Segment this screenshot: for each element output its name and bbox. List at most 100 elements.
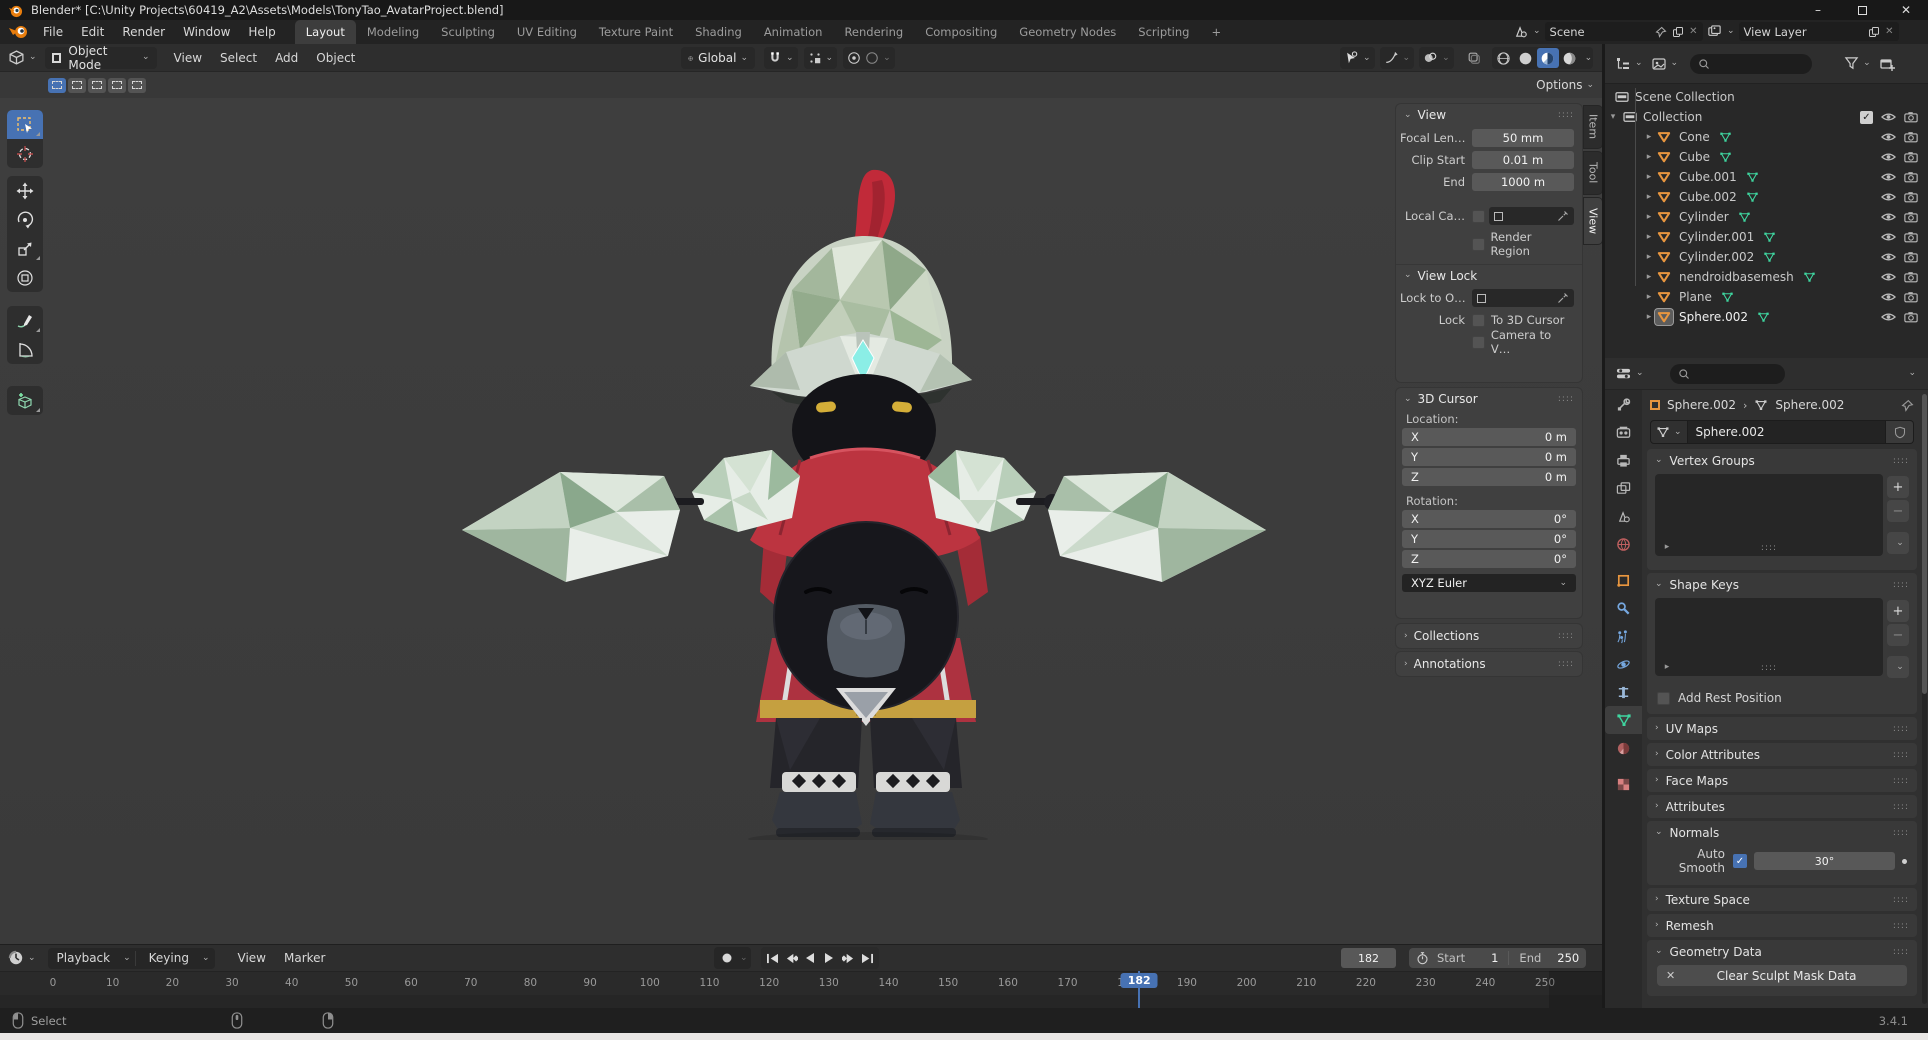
collections-panel[interactable]: ›Collections:::: (1396, 624, 1582, 648)
outliner-search-input[interactable] (1690, 54, 1812, 74)
to-3d-cursor-checkbox[interactable] (1472, 314, 1485, 327)
properties-search-input[interactable] (1670, 364, 1785, 384)
editor-divider[interactable] (1602, 44, 1605, 1008)
hide-eye-icon[interactable] (1881, 171, 1896, 183)
expand-arrow-icon[interactable]: ▾ (1607, 112, 1619, 122)
workspace-tab[interactable]: Compositing (914, 20, 1008, 44)
disable-render-camera-icon[interactable] (1904, 211, 1918, 223)
outliner-editor-type-icon[interactable] (1615, 56, 1631, 72)
disable-render-camera-icon[interactable] (1904, 311, 1918, 323)
gizmos-chevron[interactable]: ⌄ (1403, 54, 1411, 63)
cursor-tool[interactable] (7, 139, 43, 168)
expand-arrow-icon[interactable]: ▸ (1643, 192, 1655, 202)
keying-menu[interactable]: Keying (140, 951, 198, 965)
filter-chevron[interactable]: ⌄ (1863, 59, 1871, 68)
outliner-object-row[interactable]: ▸ Sphere.002 (1605, 307, 1928, 327)
material-preview-shading-button[interactable] (1537, 48, 1559, 68)
add-vertex-group-button[interactable]: + (1887, 476, 1909, 498)
color-attributes-panel[interactable]: ›Color Attributes:::: (1647, 743, 1917, 766)
id-type-dropdown[interactable]: ⌄ (1650, 420, 1688, 444)
viewport-menu-item[interactable]: Select (211, 51, 266, 65)
sidebar-tab-item[interactable]: Item (1584, 106, 1602, 148)
tab-output[interactable] (1605, 446, 1642, 474)
auto-smooth-angle-field[interactable]: 30° (1754, 852, 1895, 870)
transform-tool[interactable] (7, 263, 43, 292)
vertex-group-specials-button[interactable]: ⌄ (1887, 532, 1909, 554)
animate-property-dot[interactable] (1902, 859, 1907, 864)
select-mode-intersect[interactable] (128, 78, 146, 93)
auto-smooth-checkbox[interactable]: ✓ (1733, 854, 1747, 868)
tab-modifiers[interactable] (1605, 594, 1642, 622)
shape-key-specials-button[interactable]: ⌄ (1887, 656, 1909, 678)
cursor-location-field[interactable]: X0 m (1402, 428, 1576, 446)
rotation-order-dropdown[interactable]: XYZ Euler⌄ (1402, 574, 1576, 592)
outliner-object-row[interactable]: ▸ nendroidbasemesh (1605, 267, 1928, 287)
timeline-ruler[interactable]: 0102030405060708090100110120130140150160… (0, 971, 1602, 995)
expand-arrow-icon[interactable]: ▸ (1643, 212, 1655, 222)
hide-eye-icon[interactable] (1881, 211, 1896, 223)
drag-dots-icon[interactable]: :::: (1558, 659, 1574, 669)
editor-type-icon[interactable] (8, 49, 25, 66)
measure-tool[interactable] (7, 335, 43, 364)
hide-eye-icon[interactable] (1881, 291, 1896, 303)
drag-dots-icon[interactable]: :::: (1558, 110, 1574, 120)
proportional-edit-icon[interactable] (847, 51, 861, 65)
viewport-menu-item[interactable]: Add (266, 51, 307, 65)
scale-tool[interactable] (7, 234, 43, 263)
disable-render-camera-icon[interactable] (1904, 171, 1918, 183)
timeline-editor-type-icon[interactable] (8, 950, 24, 966)
tab-world[interactable] (1605, 530, 1642, 558)
timeline-view-menu[interactable]: View (229, 951, 275, 965)
lock-to-object-field[interactable] (1472, 289, 1574, 307)
tab-material[interactable] (1605, 734, 1642, 762)
hide-eye-icon[interactable] (1881, 231, 1896, 243)
orientation-dropdown[interactable]: Global ⌄ (681, 47, 755, 69)
breadcrumb-data[interactable]: Sphere.002 (1775, 398, 1844, 412)
unlink-scene-icon[interactable]: ✕ (1689, 26, 1697, 37)
clear-sculpt-mask-button[interactable]: ✕ Clear Sculpt Mask Data (1657, 965, 1907, 986)
jump-to-end-button[interactable] (858, 949, 877, 967)
expand-arrow-icon[interactable]: ▸ (1643, 312, 1655, 322)
sidebar-tab-tool[interactable]: Tool (1584, 152, 1602, 194)
proportional-falloff-icon[interactable] (865, 51, 879, 65)
solid-shading-button[interactable] (1515, 48, 1537, 68)
drag-dots-icon[interactable]: :::: (1893, 947, 1909, 957)
cursor-location-field[interactable]: Z0 m (1402, 468, 1576, 486)
local-camera-checkbox[interactable] (1472, 210, 1485, 223)
current-frame-badge[interactable]: 182 (1121, 973, 1158, 988)
gizmo-icon[interactable] (1384, 51, 1399, 65)
menu-item[interactable]: Help (239, 25, 284, 39)
scrollbar-track[interactable] (1922, 394, 1927, 1004)
tab-particles[interactable] (1605, 622, 1642, 650)
texture-space-panel[interactable]: ›Texture Space:::: (1647, 888, 1917, 911)
workspace-tab[interactable]: Modeling (356, 20, 430, 44)
expand-arrow-icon[interactable]: ▸ (1643, 252, 1655, 262)
selectability-icon[interactable] (1344, 51, 1359, 65)
chevron-down-icon[interactable]: ⌄ (1671, 59, 1679, 68)
expand-arrow-icon[interactable]: ▸ (1643, 152, 1655, 162)
drag-dots-icon[interactable]: :::: (1893, 802, 1909, 812)
view-panel-header[interactable]: ⌄ View:::: (1396, 104, 1582, 126)
expand-arrow-icon[interactable]: ▸ (1643, 172, 1655, 182)
hide-eye-icon[interactable] (1881, 311, 1896, 323)
playback-menu[interactable]: Playback (48, 951, 120, 965)
local-camera-field[interactable] (1489, 207, 1574, 225)
cursor-rotation-field[interactable]: Z0° (1402, 550, 1576, 568)
hide-eye-icon[interactable] (1881, 111, 1896, 123)
menu-item[interactable]: Render (113, 25, 174, 39)
viewport-menu-item[interactable]: Object (307, 51, 364, 65)
end-value[interactable]: 250 (1557, 951, 1579, 965)
workspace-tab[interactable]: + (1200, 20, 1232, 44)
fake-user-shield-button[interactable] (1886, 420, 1914, 444)
expand-arrow-icon[interactable]: ▸ (1643, 132, 1655, 142)
next-keyframe-button[interactable] (839, 949, 858, 967)
workspace-tab[interactable]: Layout (295, 20, 356, 44)
add-shape-key-button[interactable]: + (1887, 600, 1909, 622)
snap-increment-icon[interactable] (808, 51, 822, 65)
rotate-tool[interactable] (7, 205, 43, 234)
shading-dropdown-chevron[interactable]: ⌄ (1585, 54, 1593, 63)
play-reverse-button[interactable] (801, 949, 820, 967)
breadcrumb-object[interactable]: Sphere.002 (1667, 398, 1736, 412)
workspace-tab[interactable]: Shading (684, 20, 753, 44)
attributes-panel[interactable]: ›Attributes:::: (1647, 795, 1917, 818)
